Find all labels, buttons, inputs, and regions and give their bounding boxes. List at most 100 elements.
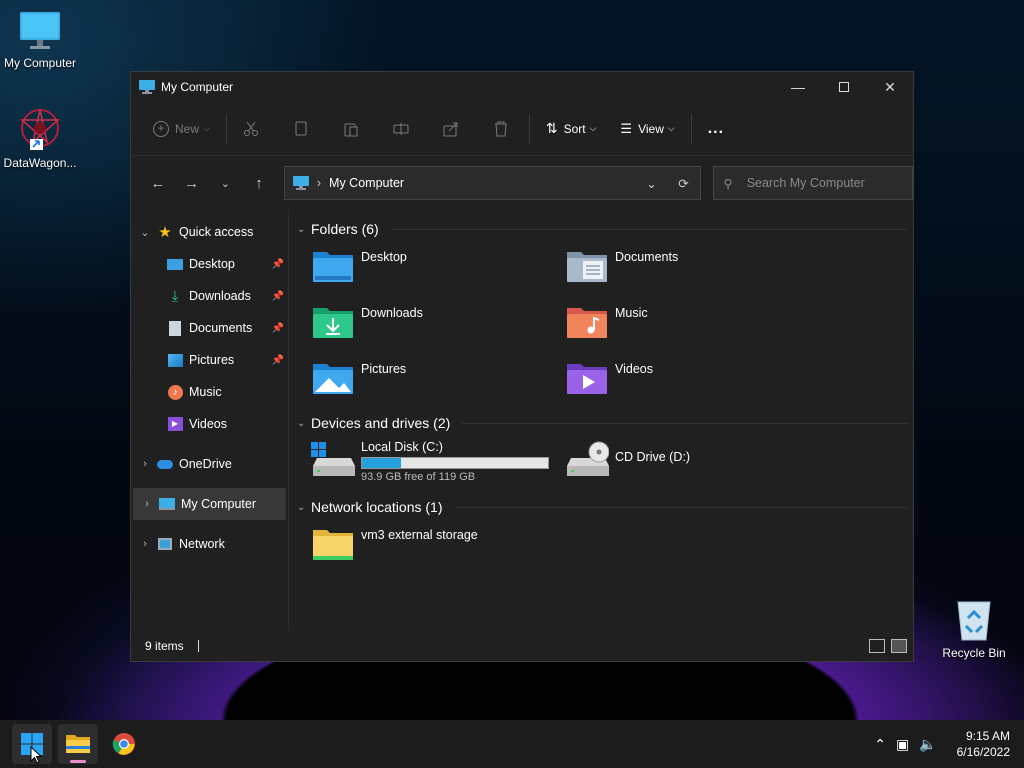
pin-icon[interactable]: 📌	[272, 323, 284, 334]
chevron-right-icon[interactable]: ›	[133, 458, 157, 470]
new-label: New	[175, 121, 200, 136]
sidebar-item-downloads[interactable]: ⤓ Downloads 📌	[131, 280, 288, 312]
address-bar[interactable]: › My Computer ⌄ ⟳	[283, 166, 701, 200]
title-bar[interactable]: My Computer — ✕	[131, 72, 913, 102]
pin-icon[interactable]: 📌	[272, 355, 284, 366]
close-button[interactable]: ✕	[867, 72, 913, 102]
sort-button[interactable]: ⇅ Sort ⌵	[538, 113, 605, 145]
maximize-button[interactable]	[821, 72, 867, 102]
disk-usage-bar	[361, 457, 549, 469]
paste-button[interactable]	[335, 113, 367, 145]
desktop-icon-my-computer[interactable]: My Computer	[0, 10, 80, 70]
folder-tile-pictures[interactable]: Pictures	[311, 354, 565, 410]
monitor-icon	[292, 176, 309, 190]
pin-icon[interactable]: 📌	[272, 259, 284, 270]
start-button[interactable]	[12, 724, 52, 764]
rename-button[interactable]	[385, 113, 417, 145]
chevron-down-icon[interactable]: ⌄	[133, 226, 157, 239]
sidebar-item-my-computer[interactable]: › My Computer	[133, 488, 286, 520]
details-view-button[interactable]	[869, 639, 885, 653]
desktop-icon-recycle-bin[interactable]: Recycle Bin	[934, 598, 1014, 660]
pictures-folder-icon	[313, 364, 353, 394]
window-title: My Computer	[161, 80, 234, 94]
chrome-icon	[112, 733, 135, 755]
chevron-right-icon[interactable]: ›	[133, 538, 157, 550]
up-button[interactable]: ↑	[242, 168, 276, 198]
pin-icon[interactable]: 📌	[272, 291, 284, 302]
volume-icon[interactable]: 🔈	[919, 736, 936, 753]
large-icons-view-button[interactable]	[891, 639, 907, 653]
group-title: Devices and drives (2)	[311, 415, 451, 431]
chevron-down-icon: ⌄	[297, 501, 306, 513]
folder-tile-music[interactable]: Music	[565, 298, 819, 354]
sidebar-item-network[interactable]: › Network	[131, 528, 288, 560]
taskbar-chrome[interactable]	[104, 724, 144, 764]
folder-tile-documents[interactable]: Documents	[565, 242, 819, 298]
delete-button[interactable]	[485, 113, 517, 145]
downloads-folder-icon	[313, 308, 353, 338]
drives-group-header[interactable]: ⌄ Devices and drives (2)	[297, 410, 907, 436]
share-button[interactable]	[435, 113, 467, 145]
folder-name: Documents	[615, 250, 679, 264]
mouse-cursor-icon	[30, 746, 42, 764]
folders-group-header[interactable]: ⌄ Folders (6)	[297, 216, 907, 242]
sidebar-item-quick-access[interactable]: ⌄ ★ Quick access	[131, 216, 288, 248]
taskbar: ⌃ ▣ 🔈 9:15 AM 6/16/2022	[0, 720, 1024, 768]
taskbar-file-explorer[interactable]	[58, 724, 98, 764]
recycle-bin-icon	[957, 601, 991, 641]
drive-tile-c[interactable]: Local Disk (C:) 93.9 GB free of 119 GB	[311, 436, 565, 486]
desktop-icon-datawagon[interactable]: DataWagon...	[0, 106, 80, 170]
downloads-icon: ⤓	[171, 287, 179, 305]
sidebar-item-desktop[interactable]: Desktop 📌	[131, 248, 288, 280]
minimize-button[interactable]: —	[775, 72, 821, 102]
sidebar-item-documents[interactable]: Documents 📌	[131, 312, 288, 344]
trash-icon	[494, 121, 507, 136]
network-group-header[interactable]: ⌄ Network locations (1)	[297, 494, 907, 520]
back-button[interactable]: ←	[141, 168, 175, 198]
documents-folder-icon	[567, 252, 607, 282]
folder-tile-desktop[interactable]: Desktop	[311, 242, 565, 298]
network-location-tile[interactable]: vm3 external storage	[311, 520, 565, 576]
folder-tile-downloads[interactable]: Downloads	[311, 298, 565, 354]
sidebar-item-pictures[interactable]: Pictures 📌	[131, 344, 288, 376]
recent-locations-button[interactable]: ⌄	[208, 168, 242, 198]
monitor-icon	[139, 80, 155, 94]
desktop-icon-label: My Computer	[3, 56, 77, 70]
sidebar-item-label: My Computer	[181, 497, 257, 511]
arrow-left-icon: ←	[150, 174, 166, 192]
sidebar-item-music[interactable]: ♪ Music	[131, 376, 288, 408]
search-icon: ⚲	[723, 176, 733, 191]
plus-circle-icon: +	[153, 120, 169, 137]
network-icon	[157, 536, 173, 552]
folder-name: Videos	[615, 362, 653, 376]
network-status-icon[interactable]: ▣	[896, 736, 909, 753]
chevron-down-icon: ⌄	[297, 223, 306, 235]
local-disk-icon	[311, 442, 355, 476]
address-dropdown-button[interactable]: ⌄	[636, 176, 668, 191]
search-box[interactable]: ⚲ Search My Computer	[712, 166, 913, 200]
drive-name: CD Drive (D:)	[615, 450, 690, 464]
cut-button[interactable]	[235, 113, 267, 145]
drive-tile-d[interactable]: CD Drive (D:)	[565, 436, 819, 486]
chevron-right-icon[interactable]: ›	[135, 498, 159, 510]
refresh-button[interactable]: ⟳	[668, 176, 700, 191]
file-explorer-icon	[66, 735, 90, 753]
chevron-down-icon: ⌄	[220, 177, 230, 190]
music-folder-icon	[567, 308, 607, 338]
show-hidden-icons-chevron-icon[interactable]: ⌃	[874, 736, 886, 753]
more-options-button[interactable]: ...	[700, 113, 732, 145]
sidebar-item-videos[interactable]: ▶ Videos	[131, 408, 288, 440]
sidebar-item-label: Desktop	[189, 257, 235, 271]
sidebar-item-onedrive[interactable]: › OneDrive	[131, 448, 288, 480]
folders-grid: Desktop Documents Downloads Music Pictur…	[297, 242, 907, 410]
view-button[interactable]: ☰ View ⌵	[612, 113, 682, 145]
star-icon: ★	[158, 224, 172, 241]
folder-tile-videos[interactable]: Videos	[565, 354, 819, 410]
address-location[interactable]: My Computer	[329, 176, 404, 190]
clock[interactable]: 9:15 AM 6/16/2022	[957, 728, 1010, 760]
new-button[interactable]: + New ⌵	[145, 113, 218, 145]
folder-name: Pictures	[361, 362, 407, 376]
paste-icon	[344, 123, 358, 136]
forward-button[interactable]: →	[175, 168, 209, 198]
copy-button[interactable]	[285, 113, 317, 145]
